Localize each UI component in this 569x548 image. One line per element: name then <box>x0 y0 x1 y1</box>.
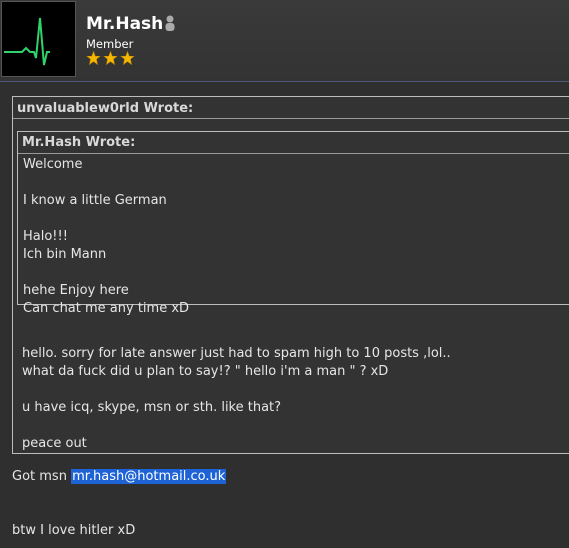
msn-prefix: Got msn <box>12 469 67 484</box>
inner-quote-line: Can chat me any time xD <box>23 301 190 316</box>
outer-quote-line: hello. sorry for late answer just had to… <box>22 346 451 361</box>
avatar[interactable] <box>1 1 76 77</box>
outer-quote: unvaluablew0rld Wrote: Mr.Hash Wrote: We… <box>12 96 569 454</box>
outer-quote-line: peace out <box>22 436 87 451</box>
email-selection[interactable]: mr.hash@hotmail.co.uk <box>71 469 227 484</box>
inner-quote-line <box>23 174 569 192</box>
inner-quote-line <box>23 210 569 228</box>
outer-quote-line: what da fuck did u plan to say!? " hello… <box>22 364 389 379</box>
inner-quote-line <box>23 264 569 282</box>
inner-quote-line: Ich bin Mann <box>23 247 107 262</box>
outer-quote-line: u have icq, skype, msn or sth. like that… <box>22 400 282 415</box>
star-icon <box>103 51 118 65</box>
reputation-stars <box>86 51 135 65</box>
username-link[interactable]: Mr.Hash <box>86 14 163 34</box>
star-icon <box>86 51 101 65</box>
inner-quote-line: Halo!!! <box>23 229 68 244</box>
outer-quote-text: hello. sorry for late answer just had to… <box>17 343 456 455</box>
inner-quote-title: Mr.Hash Wrote: <box>18 132 569 154</box>
inner-quote: Mr.Hash Wrote: Welcome I know a little G… <box>17 131 569 316</box>
outer-quote-line <box>22 417 451 435</box>
user-icon <box>165 15 175 31</box>
star-icon <box>120 51 135 65</box>
user-rank: Member <box>86 37 134 51</box>
inner-quote-line: I know a little German <box>23 193 167 208</box>
inner-quote-line: Welcome <box>23 157 83 172</box>
post-author-header: Mr.Hash Member <box>0 0 569 82</box>
reply-text: Got msn mr.hash@hotmail.co.uk btw I love… <box>12 468 227 540</box>
outer-quote-line <box>22 381 451 399</box>
reply-last-line: btw I love hitler xD <box>12 523 136 538</box>
inner-quote-line: hehe Enjoy here <box>23 283 129 298</box>
outer-quote-title: unvaluablew0rld Wrote: <box>13 97 569 119</box>
inner-quote-text: Welcome I know a little German Halo!!! I… <box>18 154 569 320</box>
msn-line: Got msn mr.hash@hotmail.co.uk <box>12 468 227 486</box>
heartbeat-icon <box>4 17 50 66</box>
